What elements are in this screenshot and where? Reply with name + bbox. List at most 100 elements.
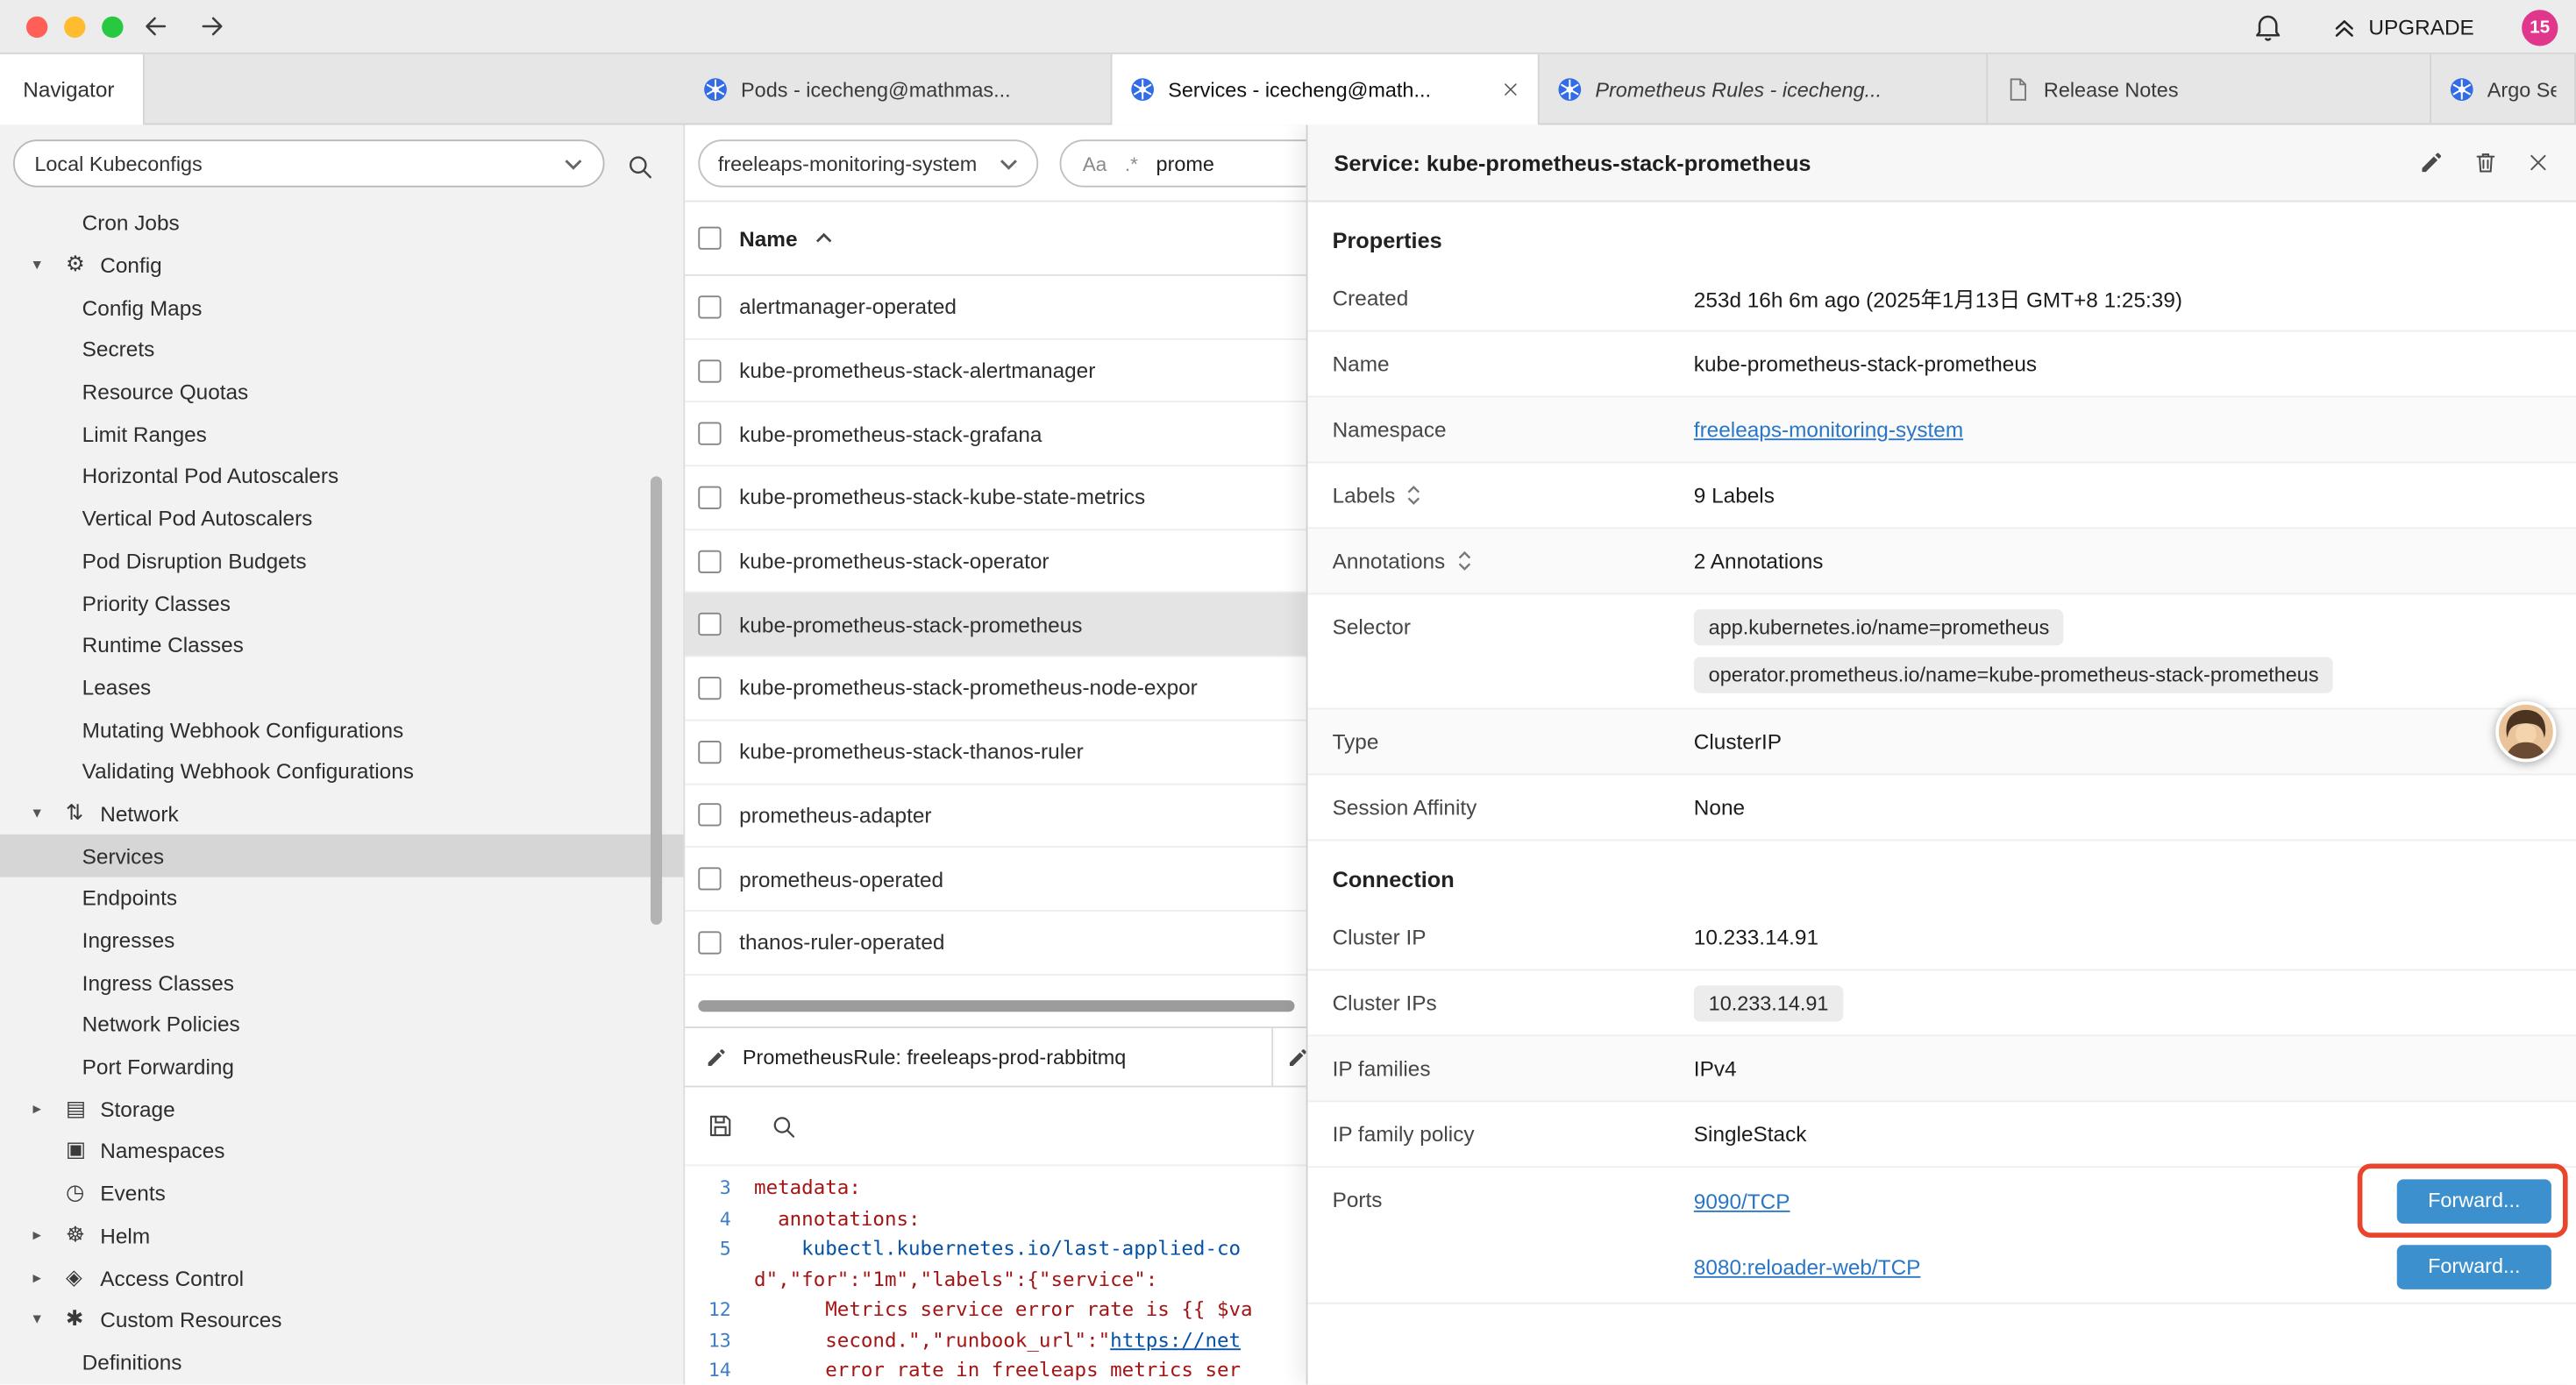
sidebar-item[interactable]: Definitions bbox=[0, 1341, 683, 1383]
name-column-header[interactable]: Name bbox=[739, 226, 797, 251]
sidebar-item[interactable]: Secrets bbox=[0, 329, 683, 371]
tree-chevron-icon[interactable]: ▾ bbox=[32, 256, 65, 274]
dock-tab-label: PrometheusRule: freeleaps-prod-rabbitmq bbox=[743, 1046, 1126, 1069]
sidebar-scrollbar[interactable] bbox=[651, 476, 662, 925]
namespace-select[interactable]: freeleaps-monitoring-system bbox=[698, 139, 1038, 187]
save-icon[interactable] bbox=[707, 1112, 735, 1140]
sidebar-item[interactable]: Network Policies bbox=[0, 1004, 683, 1046]
sidebar-search-button[interactable] bbox=[619, 146, 658, 186]
sidebar-item[interactable]: Endpoints bbox=[0, 877, 683, 920]
port-link[interactable]: 8080:reloader-web/TCP bbox=[1694, 1254, 1921, 1279]
notification-count-badge[interactable]: 15 bbox=[2522, 9, 2558, 45]
row-checkbox[interactable] bbox=[698, 359, 721, 381]
row-checkbox[interactable] bbox=[698, 423, 721, 445]
row-checkbox[interactable] bbox=[698, 486, 721, 508]
sidebar-item[interactable]: Horizontal Pod Autoscalers bbox=[0, 455, 683, 497]
tab-argo[interactable]: Argo Se bbox=[2431, 54, 2576, 125]
cluster-ip-row: Cluster IP 10.233.14.91 bbox=[1307, 905, 2576, 970]
tree-chevron-icon[interactable]: ▾ bbox=[32, 805, 65, 823]
close-drawer-icon[interactable] bbox=[2527, 151, 2550, 174]
sidebar-item[interactable]: Validating Webhook Configurations bbox=[0, 750, 683, 792]
search-icon[interactable] bbox=[771, 1112, 797, 1139]
sidebar-item-label: Secrets bbox=[82, 337, 155, 362]
search-icon bbox=[625, 152, 653, 180]
match-case-toggle[interactable]: Aa bbox=[1083, 152, 1107, 174]
cluster-ip-value: 10.233.14.91 bbox=[1694, 925, 1818, 949]
forward-icon[interactable] bbox=[197, 11, 227, 41]
sidebar-item[interactable]: ▾ ⇅ Network bbox=[0, 792, 683, 835]
row-checkbox[interactable] bbox=[698, 740, 721, 763]
dock-tab-prometheusrule[interactable]: PrometheusRule: freeleaps-prod-rabbitmq bbox=[685, 1028, 1273, 1086]
navigator-panel-tab[interactable]: Navigator bbox=[0, 54, 145, 125]
close-tab-icon[interactable] bbox=[1502, 81, 1520, 99]
sidebar-item[interactable]: ◷ Events bbox=[0, 1172, 683, 1214]
sidebar-item[interactable]: Cron Jobs bbox=[0, 202, 683, 244]
tree-chevron-icon[interactable]: ▾ bbox=[32, 1311, 65, 1330]
selector-row: Selector app.kubernetes.io/name=promethe… bbox=[1307, 594, 2576, 709]
back-icon[interactable] bbox=[141, 11, 171, 41]
helm-icon: ☸ bbox=[66, 1224, 100, 1248]
drawer-body: Properties Created 253d 16h 6m ago (2025… bbox=[1307, 202, 2576, 1385]
sidebar-item[interactable]: Limit Ranges bbox=[0, 413, 683, 455]
maximize-window-button[interactable] bbox=[102, 17, 123, 38]
sidebar-item-label: Network Policies bbox=[82, 1012, 240, 1037]
sidebar-item[interactable]: Resource Quotas bbox=[0, 371, 683, 413]
sidebar-item[interactable]: Vertical Pod Autoscalers bbox=[0, 497, 683, 539]
delete-icon[interactable] bbox=[2473, 150, 2499, 176]
port-link[interactable]: 9090/TCP bbox=[1694, 1189, 1790, 1213]
sidebar-item[interactable]: Config Maps bbox=[0, 287, 683, 329]
upgrade-button[interactable]: UPGRADE bbox=[2330, 14, 2474, 40]
regex-toggle[interactable]: .* bbox=[1125, 152, 1138, 174]
sidebar-item[interactable]: Runtime Classes bbox=[0, 624, 683, 666]
row-checkbox[interactable] bbox=[698, 867, 721, 890]
sidebar-item[interactable]: Ingresses bbox=[0, 920, 683, 962]
row-checkbox[interactable] bbox=[698, 677, 721, 700]
expand-collapse-icon[interactable] bbox=[1456, 550, 1471, 572]
forward-button[interactable]: Forward... bbox=[2397, 1244, 2551, 1289]
labels-count[interactable]: 9 Labels bbox=[1694, 483, 1775, 508]
edit-icon[interactable] bbox=[2418, 150, 2444, 176]
tab-services[interactable]: Services - icecheng@math... bbox=[1113, 54, 1540, 125]
notifications-bell-icon[interactable] bbox=[2252, 11, 2283, 43]
sidebar-item[interactable]: ▸ ▤ Storage bbox=[0, 1088, 683, 1130]
sort-ascending-icon[interactable] bbox=[815, 231, 834, 245]
tree-chevron-icon[interactable]: ▸ bbox=[32, 1226, 65, 1245]
close-window-button[interactable] bbox=[26, 17, 47, 38]
sidebar-item[interactable]: Port Forwarding bbox=[0, 1046, 683, 1088]
sidebar-item[interactable]: Ingress Classes bbox=[0, 962, 683, 1004]
sidebar-item[interactable]: Services bbox=[0, 835, 683, 877]
annotations-count[interactable]: 2 Annotations bbox=[1694, 549, 1824, 573]
namespace-label: Namespace bbox=[1333, 417, 1447, 442]
sidebar-item[interactable]: Priority Classes bbox=[0, 582, 683, 624]
sidebar-item[interactable]: Leases bbox=[0, 666, 683, 708]
tree-chevron-icon[interactable]: ▸ bbox=[32, 1269, 65, 1288]
sidebar-item[interactable]: ▸ ◈ Access Control bbox=[0, 1257, 683, 1299]
expand-collapse-icon[interactable] bbox=[1406, 485, 1421, 506]
dock-tab-partial[interactable] bbox=[1273, 1028, 1306, 1086]
sidebar-item[interactable]: Mutating Webhook Configurations bbox=[0, 708, 683, 750]
horizontal-scrollbar[interactable] bbox=[698, 1000, 1294, 1012]
row-checkbox[interactable] bbox=[698, 550, 721, 572]
tree-chevron-icon[interactable]: ▸ bbox=[32, 1100, 65, 1119]
chevron-down-icon bbox=[999, 157, 1018, 170]
forward-button[interactable]: Forward... bbox=[2397, 1178, 2551, 1223]
sidebar-item[interactable]: ▣ Namespaces bbox=[0, 1130, 683, 1172]
select-all-checkbox[interactable] bbox=[698, 227, 721, 250]
sidebar-item[interactable]: ▸ ☸ Helm bbox=[0, 1215, 683, 1257]
created-row: Created 253d 16h 6m ago (2025年1月13日 GMT+… bbox=[1307, 266, 2576, 332]
service-name: kube-prometheus-stack-alertmanager bbox=[739, 359, 1095, 383]
namespace-link[interactable]: freeleaps-monitoring-system bbox=[1694, 417, 1963, 442]
row-checkbox[interactable] bbox=[698, 613, 721, 636]
kubeconfig-select[interactable]: Local Kubeconfigs bbox=[13, 139, 605, 187]
sidebar-item[interactable]: ▾ ✱ Custom Resources bbox=[0, 1299, 683, 1341]
tab-pods[interactable]: Pods - icecheng@mathmas... bbox=[685, 54, 1112, 125]
floating-avatar[interactable] bbox=[2495, 701, 2556, 762]
row-checkbox[interactable] bbox=[698, 804, 721, 827]
tab-release-notes[interactable]: Release Notes bbox=[1988, 54, 2431, 125]
row-checkbox[interactable] bbox=[698, 931, 721, 954]
row-checkbox[interactable] bbox=[698, 295, 721, 318]
tab-prometheus-rules[interactable]: Prometheus Rules - icecheng... bbox=[1540, 54, 1989, 125]
sidebar-item[interactable]: Pod Disruption Budgets bbox=[0, 540, 683, 582]
minimize-window-button[interactable] bbox=[64, 17, 85, 38]
sidebar-item[interactable]: ▾ ⚙ Config bbox=[0, 245, 683, 287]
